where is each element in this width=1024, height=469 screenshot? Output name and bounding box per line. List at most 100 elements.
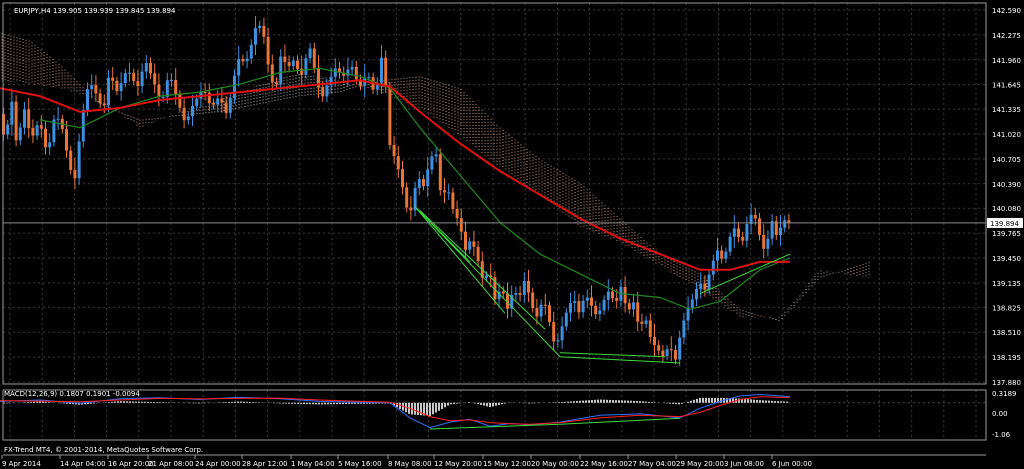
candle-body: [438, 154, 442, 191]
y-tick-label: 141.020: [992, 131, 1021, 139]
candle-body: [216, 98, 220, 105]
candle-body: [86, 89, 89, 110]
x-tick-label: 28 Apr 12:00: [242, 460, 288, 468]
chart: 139.894 142.590 142.275 141.960 141.645 141.…: [0, 0, 1024, 469]
candle-body: [737, 228, 740, 237]
candle-body: [695, 289, 698, 300]
candle-body: [602, 299, 606, 311]
candle-body: [661, 350, 665, 357]
candle-body: [346, 69, 350, 76]
macd-label: MACD(12,26,9) 0.1807 0.1901 -0.0094: [4, 390, 140, 398]
candle-body: [745, 224, 749, 241]
candle-body: [94, 85, 98, 94]
candle-body: [283, 56, 287, 63]
candle-body: [350, 66, 354, 70]
copyright-label: FX-Trend MT4, © 2001-2014, MetaQuotes So…: [4, 446, 203, 454]
candle-body: [443, 190, 446, 193]
candle-body: [594, 305, 598, 315]
y-tick-label: 138.510: [992, 329, 1021, 337]
candle-body: [233, 75, 236, 99]
candle-body: [174, 79, 178, 95]
candle-body: [434, 154, 438, 157]
x-tick-label: 6 Jun 00:00: [772, 460, 812, 468]
candle-body: [472, 241, 476, 247]
candle-body: [69, 150, 73, 170]
candle-body: [182, 107, 186, 121]
y-tick-label: 140.390: [992, 181, 1021, 189]
y-tick-label: 141.645: [992, 82, 1021, 90]
candle-body: [665, 349, 669, 357]
candle-body: [287, 62, 291, 67]
candle-body: [678, 337, 682, 360]
candle-body: [291, 60, 295, 67]
y-tick-label: 137.880: [992, 379, 1021, 387]
x-tick-label: 15 May 12:00: [483, 460, 531, 468]
candle-body: [296, 60, 299, 69]
candle-body: [535, 308, 539, 317]
candle-body: [501, 291, 505, 294]
candle-body: [157, 84, 161, 97]
y-tick-label: 139.135: [992, 280, 1021, 288]
x-tick-label: 21 Apr 08:00: [148, 460, 194, 468]
candle-body: [170, 79, 173, 81]
candle-body: [107, 77, 110, 106]
candle-body: [682, 320, 686, 338]
candle-body: [627, 303, 631, 310]
candle-body: [23, 109, 26, 128]
y-tick-label: 139.450: [992, 255, 1021, 263]
candle-body: [539, 304, 543, 317]
candle-body: [245, 58, 249, 62]
y-tick-label: 141.960: [992, 57, 1021, 65]
candle-body: [615, 298, 619, 301]
x-tick-label: 3 Jun 08:00: [724, 460, 764, 468]
candle-body: [611, 291, 614, 299]
candle-body: [312, 48, 316, 68]
candle-body: [203, 91, 207, 93]
candle-body: [396, 156, 400, 170]
candle-body: [674, 350, 677, 360]
candle-body: [552, 322, 556, 342]
candle-body: [451, 192, 455, 210]
candle-body: [468, 241, 472, 250]
x-tick-label: 12 May 20:00: [434, 460, 482, 468]
candle-body: [165, 80, 169, 97]
candle-body: [648, 320, 652, 337]
candle-body: [514, 293, 518, 295]
candle-body: [90, 85, 94, 90]
candle-body: [779, 227, 782, 235]
candle-body: [543, 304, 547, 306]
candle-body: [728, 236, 732, 252]
candle-body: [186, 116, 190, 121]
candle-body: [270, 64, 274, 83]
candle-body: [10, 101, 14, 125]
candle-body: [237, 58, 241, 76]
candle-body: [388, 86, 392, 146]
candle-body: [447, 192, 451, 194]
candle-body: [636, 302, 640, 322]
x-tick-label: 8 May 08:00: [388, 460, 432, 468]
candle-body: [249, 44, 253, 59]
candle-body: [703, 283, 707, 290]
candle-body: [367, 77, 371, 79]
candle-body: [77, 141, 81, 179]
candle-body: [262, 25, 266, 37]
candle-body: [657, 345, 661, 351]
candle-body: [527, 281, 530, 293]
candle-body: [426, 169, 430, 187]
candle-body: [732, 228, 736, 237]
candle-body: [354, 66, 358, 80]
candle-body: [258, 25, 262, 29]
candle-body: [707, 274, 711, 290]
macd-scale-label: 0.3189: [992, 390, 1017, 398]
candle-body: [132, 72, 136, 82]
x-tick-label: 5 May 16:00: [338, 460, 382, 468]
candle-body: [98, 93, 102, 104]
candle-body: [304, 58, 308, 75]
candle-body: [195, 98, 199, 106]
current-price-label: 139.894: [990, 220, 1019, 228]
candle-body: [455, 209, 459, 219]
candle-body: [123, 73, 127, 84]
y-tick-label: 141.335: [992, 106, 1021, 114]
y-tick-label: 140.705: [992, 156, 1021, 164]
candle-body: [279, 56, 283, 85]
